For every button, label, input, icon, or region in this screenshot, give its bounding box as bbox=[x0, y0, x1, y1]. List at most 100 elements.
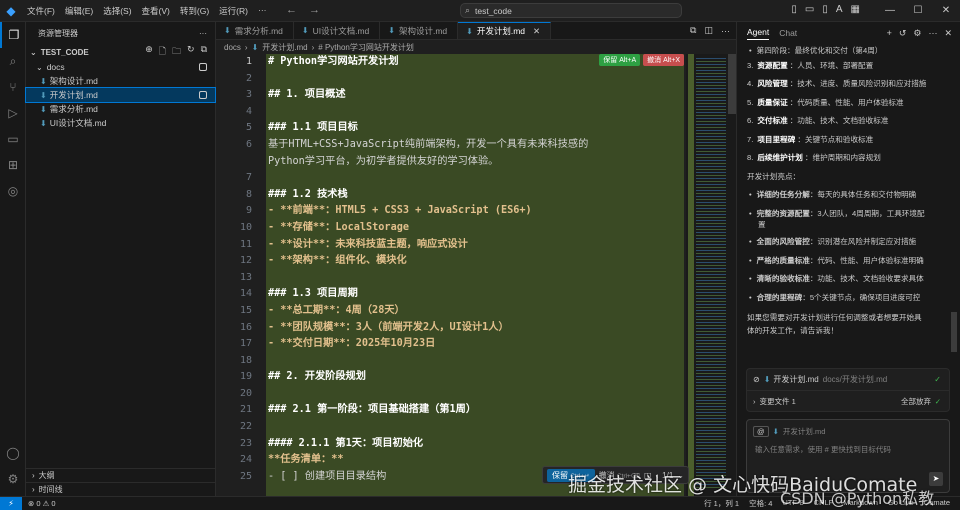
extensions-icon[interactable]: ⊞ bbox=[0, 152, 26, 178]
code-area: 1 2 3 4 5 6 7 8 9 10 11 12 13 14 15 16 17 18 19 20 21 22 23 24 2… bbox=[216, 54, 736, 496]
explorer-icon[interactable]: ❐ bbox=[0, 22, 26, 48]
maximize-icon[interactable]: ☐ bbox=[904, 0, 932, 22]
cursor-position[interactable]: 行 1，列 1 bbox=[704, 498, 739, 509]
menu-select[interactable]: 选择(S) bbox=[98, 5, 136, 17]
close-panel-icon[interactable]: ✕ bbox=[944, 28, 952, 39]
send-icon[interactable]: ➤ bbox=[929, 472, 943, 486]
code-line[interactable]: - **团队规模**：3人（前端开发2人，UI设计1人） bbox=[266, 320, 684, 337]
code-line[interactable] bbox=[266, 270, 684, 287]
menu-edit[interactable]: 编辑(E) bbox=[60, 5, 98, 17]
outline-section[interactable]: › 大纲 bbox=[26, 468, 216, 482]
menu-run[interactable]: 运行(R) bbox=[214, 5, 253, 17]
remote-indicator-icon[interactable]: ⚡ bbox=[0, 496, 22, 510]
menu-view[interactable]: 查看(V) bbox=[137, 5, 175, 17]
code-line[interactable] bbox=[266, 71, 684, 88]
more-actions-icon[interactable]: ··· bbox=[928, 28, 937, 39]
code-line[interactable]: Python学习平台，为初学者提供友好的学习体验。 bbox=[266, 154, 684, 171]
comate-icon[interactable]: ◎ bbox=[0, 178, 26, 204]
more-actions-icon[interactable]: ··· bbox=[199, 29, 207, 38]
code-line[interactable]: ## 1. 项目概述 bbox=[266, 87, 684, 104]
source-control-icon[interactable]: ⑂ bbox=[0, 74, 26, 100]
history-icon[interactable]: ↺ bbox=[899, 28, 907, 39]
customize-layout-icon[interactable]: ▦ bbox=[851, 4, 860, 15]
menu-more[interactable]: ··· bbox=[253, 5, 272, 17]
menu-goto[interactable]: 转到(G) bbox=[175, 5, 214, 17]
at-mention-icon[interactable]: @ bbox=[753, 426, 769, 437]
problems-indicator[interactable]: ⊗ 0 ⚠ 0 bbox=[28, 499, 56, 508]
search-view-icon[interactable]: ⌕ bbox=[0, 48, 26, 74]
code-line[interactable] bbox=[266, 353, 684, 370]
code-line[interactable]: - **存储**：LocalStorage bbox=[266, 220, 684, 237]
split-editor-icon[interactable]: ◫ bbox=[704, 25, 713, 36]
refresh-icon[interactable]: ↻ bbox=[187, 44, 195, 60]
minimize-icon[interactable]: — bbox=[876, 0, 904, 22]
breadcrumb-file[interactable]: 开发计划.md bbox=[262, 42, 307, 53]
new-chat-icon[interactable]: + bbox=[887, 28, 892, 39]
file-item[interactable]: ⬇ 需求分析.md bbox=[26, 102, 215, 116]
remote-explorer-icon[interactable]: ▭ bbox=[0, 126, 26, 152]
code-line[interactable] bbox=[266, 104, 684, 121]
open-preview-icon[interactable]: ⧉ bbox=[690, 25, 696, 36]
tab-chat[interactable]: Chat bbox=[779, 28, 797, 38]
reject-all-button[interactable]: 全部放弃 bbox=[901, 396, 931, 407]
code-content[interactable]: # Python学习网站开发计划 ## 1. 项目概述 ### 1.1 项目目标 基于… bbox=[266, 54, 684, 496]
settings-gear-icon[interactable]: ⚙ bbox=[913, 28, 921, 39]
keep-change-button[interactable]: 保留 Alt+A bbox=[599, 54, 641, 66]
accept-all-check-icon[interactable]: ✓ bbox=[935, 397, 941, 406]
toggle-primary-sidebar-icon[interactable]: ▯ bbox=[791, 4, 797, 15]
folder-docs[interactable]: ⌄ docs bbox=[26, 60, 215, 74]
back-arrow-icon[interactable]: ← bbox=[286, 4, 297, 16]
file-item-selected[interactable]: ⬇ 开发计划.md bbox=[25, 87, 216, 103]
command-center-search[interactable]: ⌕ test_code bbox=[460, 3, 682, 18]
code-line[interactable]: ### 1.2 技术栈 bbox=[266, 187, 684, 204]
menu-file[interactable]: 文件(F) bbox=[22, 5, 60, 17]
close-tab-icon[interactable]: ✕ bbox=[533, 26, 540, 37]
code-line[interactable]: - **交付日期**：2025年10月23日 bbox=[266, 336, 684, 353]
file-item[interactable]: ⬇ 架构设计.md bbox=[26, 74, 215, 88]
forward-arrow-icon[interactable]: → bbox=[309, 4, 320, 16]
account-icon[interactable]: ◯ bbox=[0, 440, 26, 466]
tab-requirements[interactable]: ⬇ 需求分析.md bbox=[216, 22, 294, 39]
toggle-panel-icon[interactable]: ▭ bbox=[805, 4, 814, 15]
code-line[interactable] bbox=[266, 386, 684, 403]
changed-file-row[interactable]: ⊘ ⬇ 开发计划.md docs/开发计划.md ✓ bbox=[747, 369, 949, 391]
run-debug-icon[interactable]: ▷ bbox=[0, 100, 26, 126]
breadcrumb-folder[interactable]: docs bbox=[224, 43, 241, 52]
settings-gear-icon[interactable]: ⚙ bbox=[0, 466, 26, 492]
code-line[interactable]: - **总工期**：4周（28天） bbox=[266, 303, 684, 320]
undo-change-button[interactable]: 撤消 Alt+X bbox=[643, 54, 684, 66]
chevron-right-icon[interactable]: › bbox=[753, 397, 756, 406]
minimap-slider[interactable] bbox=[728, 54, 736, 114]
code-line[interactable]: ### 1.1 项目目标 bbox=[266, 120, 684, 137]
code-line[interactable] bbox=[266, 170, 684, 187]
code-line[interactable]: 基于HTML+CSS+JavaScript纯前端架构，开发一个具有未来科技感的 bbox=[266, 137, 684, 154]
code-line[interactable]: - **架构**：组件化、模块化 bbox=[266, 253, 684, 270]
code-line[interactable]: - **设计**：未来科技蓝主题，响应式设计 bbox=[266, 237, 684, 254]
tab-dev-plan[interactable]: ⬇ 开发计划.md ✕ bbox=[458, 22, 552, 39]
new-folder-icon[interactable]: 🗀 bbox=[172, 44, 181, 60]
more-actions-icon[interactable]: ··· bbox=[721, 26, 730, 36]
code-line[interactable]: ### 2.1 第一阶段：项目基础搭建（第1周） bbox=[266, 402, 684, 419]
tab-architecture[interactable]: ⬇ 架构设计.md bbox=[380, 22, 459, 39]
code-line[interactable]: #### 2.1.1 第1天：项目初始化 bbox=[266, 436, 684, 453]
code-line[interactable]: ### 1.3 项目周期 bbox=[266, 286, 684, 303]
collapse-all-icon[interactable]: ⧉ bbox=[201, 44, 207, 60]
indentation[interactable]: 空格: 4 bbox=[749, 498, 772, 509]
context-chip[interactable]: @ ⬇ 开发计划.md bbox=[753, 426, 825, 437]
font-icon[interactable]: A bbox=[836, 4, 843, 15]
toggle-secondary-sidebar-icon[interactable]: ▯ bbox=[822, 4, 828, 15]
timeline-section[interactable]: › 时间线 bbox=[26, 482, 216, 496]
file-item[interactable]: ⬇ UI设计文档.md bbox=[26, 116, 215, 130]
breadcrumb-heading[interactable]: # Python学习网站开发计划 bbox=[318, 42, 414, 53]
close-window-icon[interactable]: ✕ bbox=[932, 0, 960, 22]
new-file-icon[interactable]: 🗋 bbox=[159, 44, 166, 60]
minimap[interactable] bbox=[686, 54, 736, 496]
chat-scrollbar[interactable] bbox=[951, 312, 957, 352]
code-line[interactable]: - **前端**：HTML5 + CSS3 + JavaScript (ES6+… bbox=[266, 203, 684, 220]
target-icon[interactable]: ⊕ bbox=[145, 44, 153, 60]
code-line[interactable] bbox=[266, 419, 684, 436]
code-line[interactable]: ## 2. 开发阶段规划 bbox=[266, 369, 684, 386]
workspace-root[interactable]: ⌄ TEST_CODE ⊕ 🗋 🗀 ↻ ⧉ bbox=[26, 44, 215, 60]
tab-ui-design[interactable]: ⬇ UI设计文档.md bbox=[294, 22, 381, 39]
tab-agent[interactable]: Agent bbox=[747, 27, 770, 40]
